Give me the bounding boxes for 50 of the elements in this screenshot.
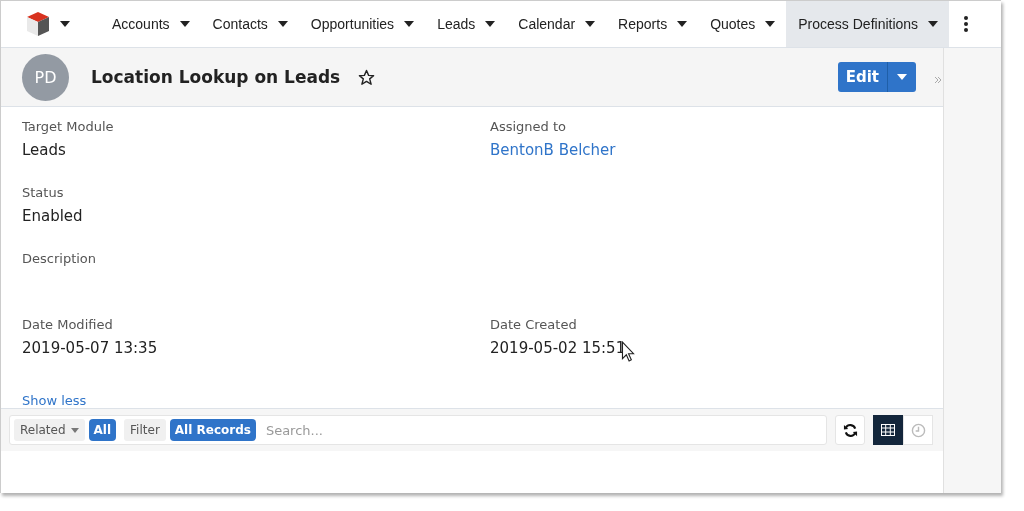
show-less-link[interactable]: Show less [22, 393, 87, 408]
field-label: Status [22, 185, 64, 200]
caret-icon [928, 21, 939, 27]
clock-icon [910, 422, 926, 438]
related-pill[interactable]: All [88, 419, 117, 441]
star-icon[interactable] [358, 68, 376, 86]
field-value: Enabled [22, 207, 83, 225]
field-value: 2019-05-02 15:51 [490, 339, 626, 357]
nav-tab[interactable]: Reports [606, 1, 699, 47]
field-value: Leads [22, 141, 66, 159]
caret-icon [485, 21, 496, 27]
grid-icon [881, 424, 895, 436]
avatar: PD [22, 53, 69, 101]
caret-icon [404, 21, 415, 27]
more-icon[interactable] [964, 16, 969, 32]
caret-icon [677, 21, 688, 27]
nav-tab[interactable]: Contacts [200, 1, 299, 47]
caret-icon [585, 21, 596, 27]
filter-pill[interactable]: All Records [169, 419, 256, 441]
caret-icon [897, 74, 907, 80]
refresh-button[interactable] [835, 415, 865, 445]
related-dropdown[interactable]: Related [14, 419, 85, 441]
search-field[interactable]: Search... [263, 421, 822, 439]
caret-icon [765, 21, 776, 27]
caret-icon [70, 427, 79, 433]
cube-logo-icon[interactable] [26, 11, 50, 37]
field-label: Description [22, 251, 97, 266]
nav-tab[interactable]: Quotes [698, 1, 787, 47]
field-link[interactable]: BentonB Belcher [490, 141, 616, 159]
filter-label[interactable]: Filter [124, 419, 166, 441]
caret-icon [179, 21, 190, 27]
search-bar[interactable]: Related All Filter All Records Search... [9, 415, 827, 445]
nav-tab[interactable]: Accounts [100, 1, 201, 47]
field-label: Target Module [22, 119, 114, 134]
field-label: Date Created [490, 317, 577, 332]
field-label: Date Modified [22, 317, 113, 332]
nav-tab[interactable]: Opportunities [298, 1, 426, 47]
nav-tab[interactable]: Process Definitions [786, 1, 950, 47]
record-title: Location Lookup on Leads [91, 67, 341, 87]
edit-menu-button[interactable] [888, 62, 916, 92]
list-view-button[interactable] [873, 415, 903, 445]
mouse-cursor-icon [621, 341, 635, 362]
refresh-icon [842, 422, 858, 438]
field-label: Assigned to [490, 119, 566, 134]
nav-tab[interactable]: Calendar [506, 1, 607, 47]
nav-tab[interactable]: Leads [425, 1, 507, 47]
edit-button[interactable]: Edit [837, 62, 888, 92]
caret-icon[interactable] [60, 21, 70, 27]
field-value: 2019-05-07 13:35 [22, 339, 158, 357]
caret-icon [277, 21, 288, 27]
